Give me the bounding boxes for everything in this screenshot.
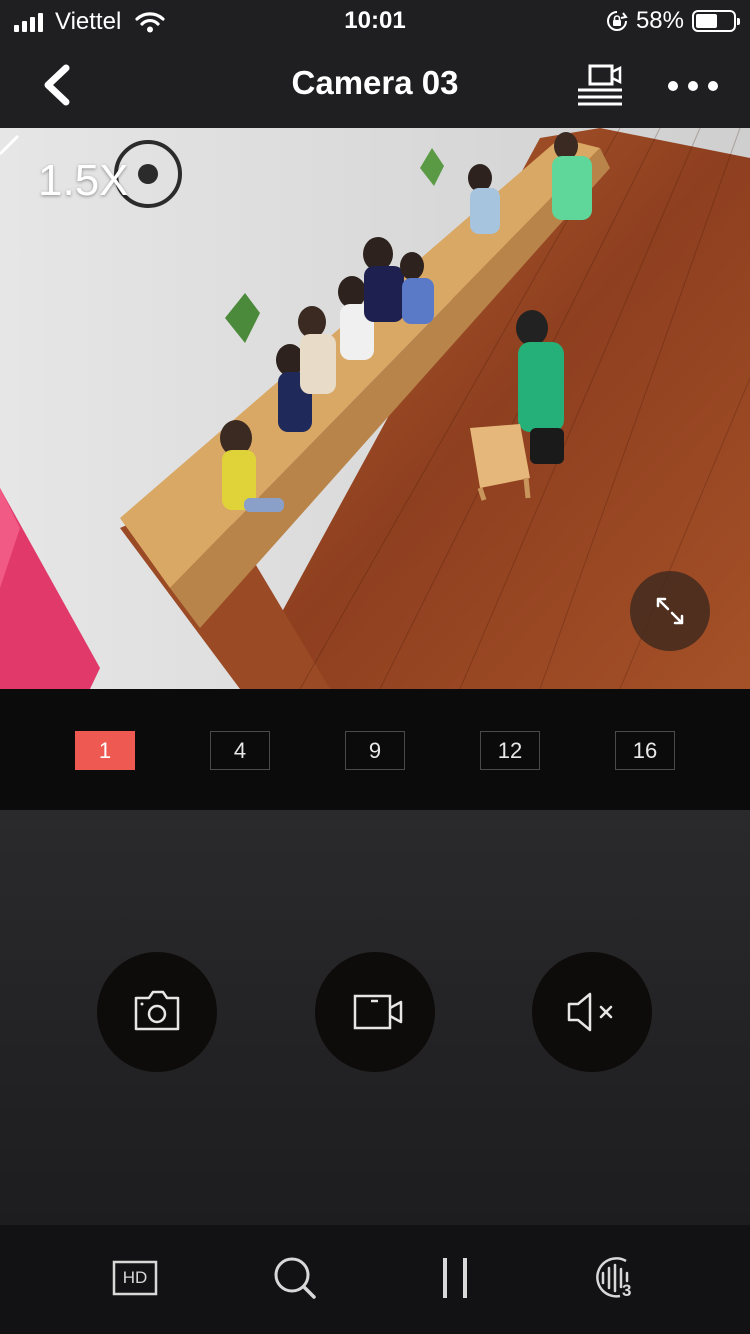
layout-option-12[interactable]: 12 [480, 731, 540, 770]
layout-option-9[interactable]: 9 [345, 731, 405, 770]
bottom-toolbar: HD 3 [0, 1225, 750, 1334]
hd-quality-button[interactable]: HD [110, 1253, 160, 1303]
camera-snapshot-icon [134, 990, 180, 1031]
layout-option-4[interactable]: 4 [210, 731, 270, 770]
voice-stream-icon [596, 1257, 629, 1298]
cast-button[interactable] [574, 62, 626, 108]
rotation-lock-icon [606, 11, 628, 31]
search-icon [274, 1257, 316, 1299]
fullscreen-expand-icon [656, 597, 684, 625]
nav-bar: Camera 03 [0, 44, 750, 128]
search-button[interactable] [270, 1253, 320, 1303]
zoom-level-label: 1.5X [38, 156, 129, 205]
layout-option-16[interactable]: 16 [615, 731, 675, 770]
pause-button[interactable] [430, 1253, 480, 1303]
camera-video-feed[interactable]: 1.5X [0, 128, 750, 689]
record-button[interactable] [315, 952, 435, 1072]
cast-screen-icon [578, 64, 622, 106]
fullscreen-button[interactable] [630, 571, 710, 651]
layout-selector: 1 4 9 12 16 [0, 689, 750, 810]
page-title: Camera 03 [291, 64, 459, 101]
layout-option-1[interactable]: 1 [75, 731, 135, 770]
status-bar: Viettel 10:01 58% [0, 0, 750, 44]
mute-button[interactable] [532, 952, 652, 1072]
controls-panel [0, 810, 750, 1225]
battery-icon [692, 10, 740, 32]
battery-fill [696, 14, 717, 28]
hd-label: HD [122, 1268, 148, 1287]
snapshot-button[interactable] [97, 952, 217, 1072]
battery-percent: 58% [635, 7, 684, 34]
voice-stream-button[interactable]: 3 [590, 1253, 640, 1303]
stream-count-badge: 3 [622, 1281, 632, 1300]
record-video-icon [353, 994, 403, 1030]
more-dots-icon[interactable] [668, 66, 718, 106]
pause-icon [443, 1258, 467, 1298]
speaker-muted-icon [567, 992, 613, 1032]
status-right: 58% [606, 7, 740, 35]
